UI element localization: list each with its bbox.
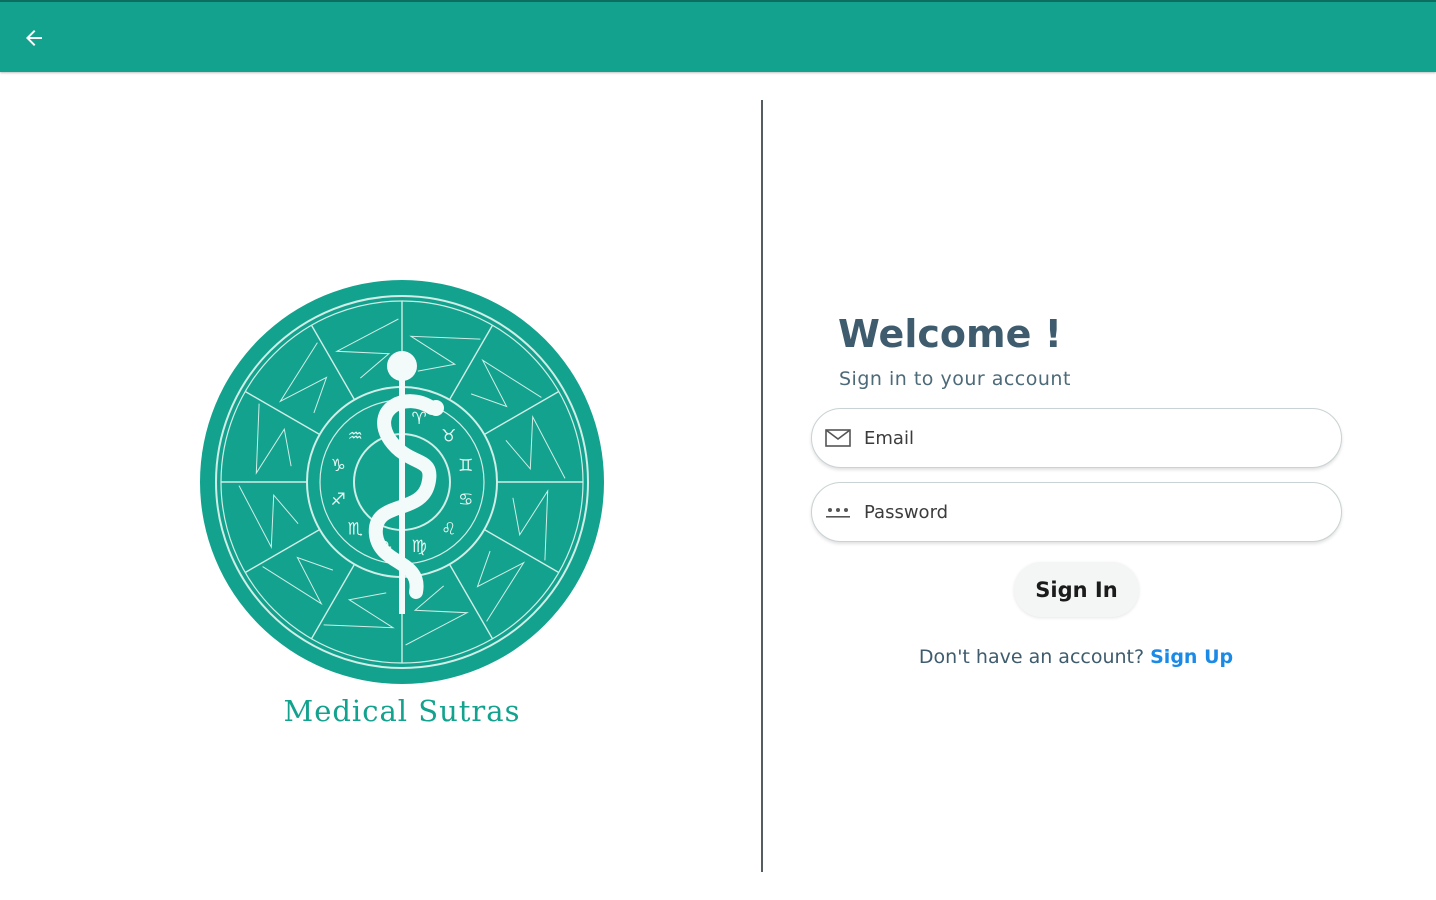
- email-field[interactable]: [811, 408, 1342, 468]
- password-dots-icon: [824, 498, 852, 526]
- arrow-left-icon: [26, 30, 42, 46]
- envelope-icon: [824, 424, 852, 452]
- brand-name: Medical Sutras: [283, 694, 521, 728]
- svg-text:♋: ♋: [458, 490, 473, 510]
- password-input[interactable]: [862, 500, 1326, 524]
- svg-text:♑: ♑: [331, 456, 346, 476]
- svg-text:♉: ♉: [441, 426, 456, 446]
- app-bar: [0, 0, 1436, 72]
- vertical-divider: [761, 100, 763, 872]
- svg-text:♐: ♐: [331, 490, 346, 510]
- sign-in-subtitle: Sign in to your account: [839, 368, 1071, 390]
- svg-text:♌: ♌: [441, 520, 456, 540]
- email-input[interactable]: [862, 426, 1326, 450]
- brand-logo: ♈ ♉ ♊ ♋ ♌ ♍ ♎ ♏ ♐ ♑ ♒ ♓: [200, 280, 604, 684]
- svg-text:♏: ♏: [348, 520, 363, 540]
- signup-prompt-text: Don't have an account?: [918, 646, 1145, 668]
- password-field[interactable]: [811, 482, 1342, 542]
- svg-text:♊: ♊: [458, 456, 473, 476]
- caduceus-zodiac-wheel-logo: ♈♉♊♋♌♍♎♏♐♑♒♓: [200, 280, 604, 684]
- svg-text:♒: ♒: [348, 426, 363, 446]
- svg-text:♈: ♈: [411, 409, 426, 429]
- back-button[interactable]: [14, 18, 54, 58]
- sign-in-button[interactable]: Sign In: [1014, 562, 1139, 617]
- signup-prompt-row: Don't have an account? Sign Up: [820, 646, 1332, 668]
- svg-text:♍: ♍: [411, 537, 426, 557]
- welcome-title: Welcome !: [838, 312, 1062, 356]
- sign-up-link[interactable]: Sign Up: [1150, 646, 1233, 668]
